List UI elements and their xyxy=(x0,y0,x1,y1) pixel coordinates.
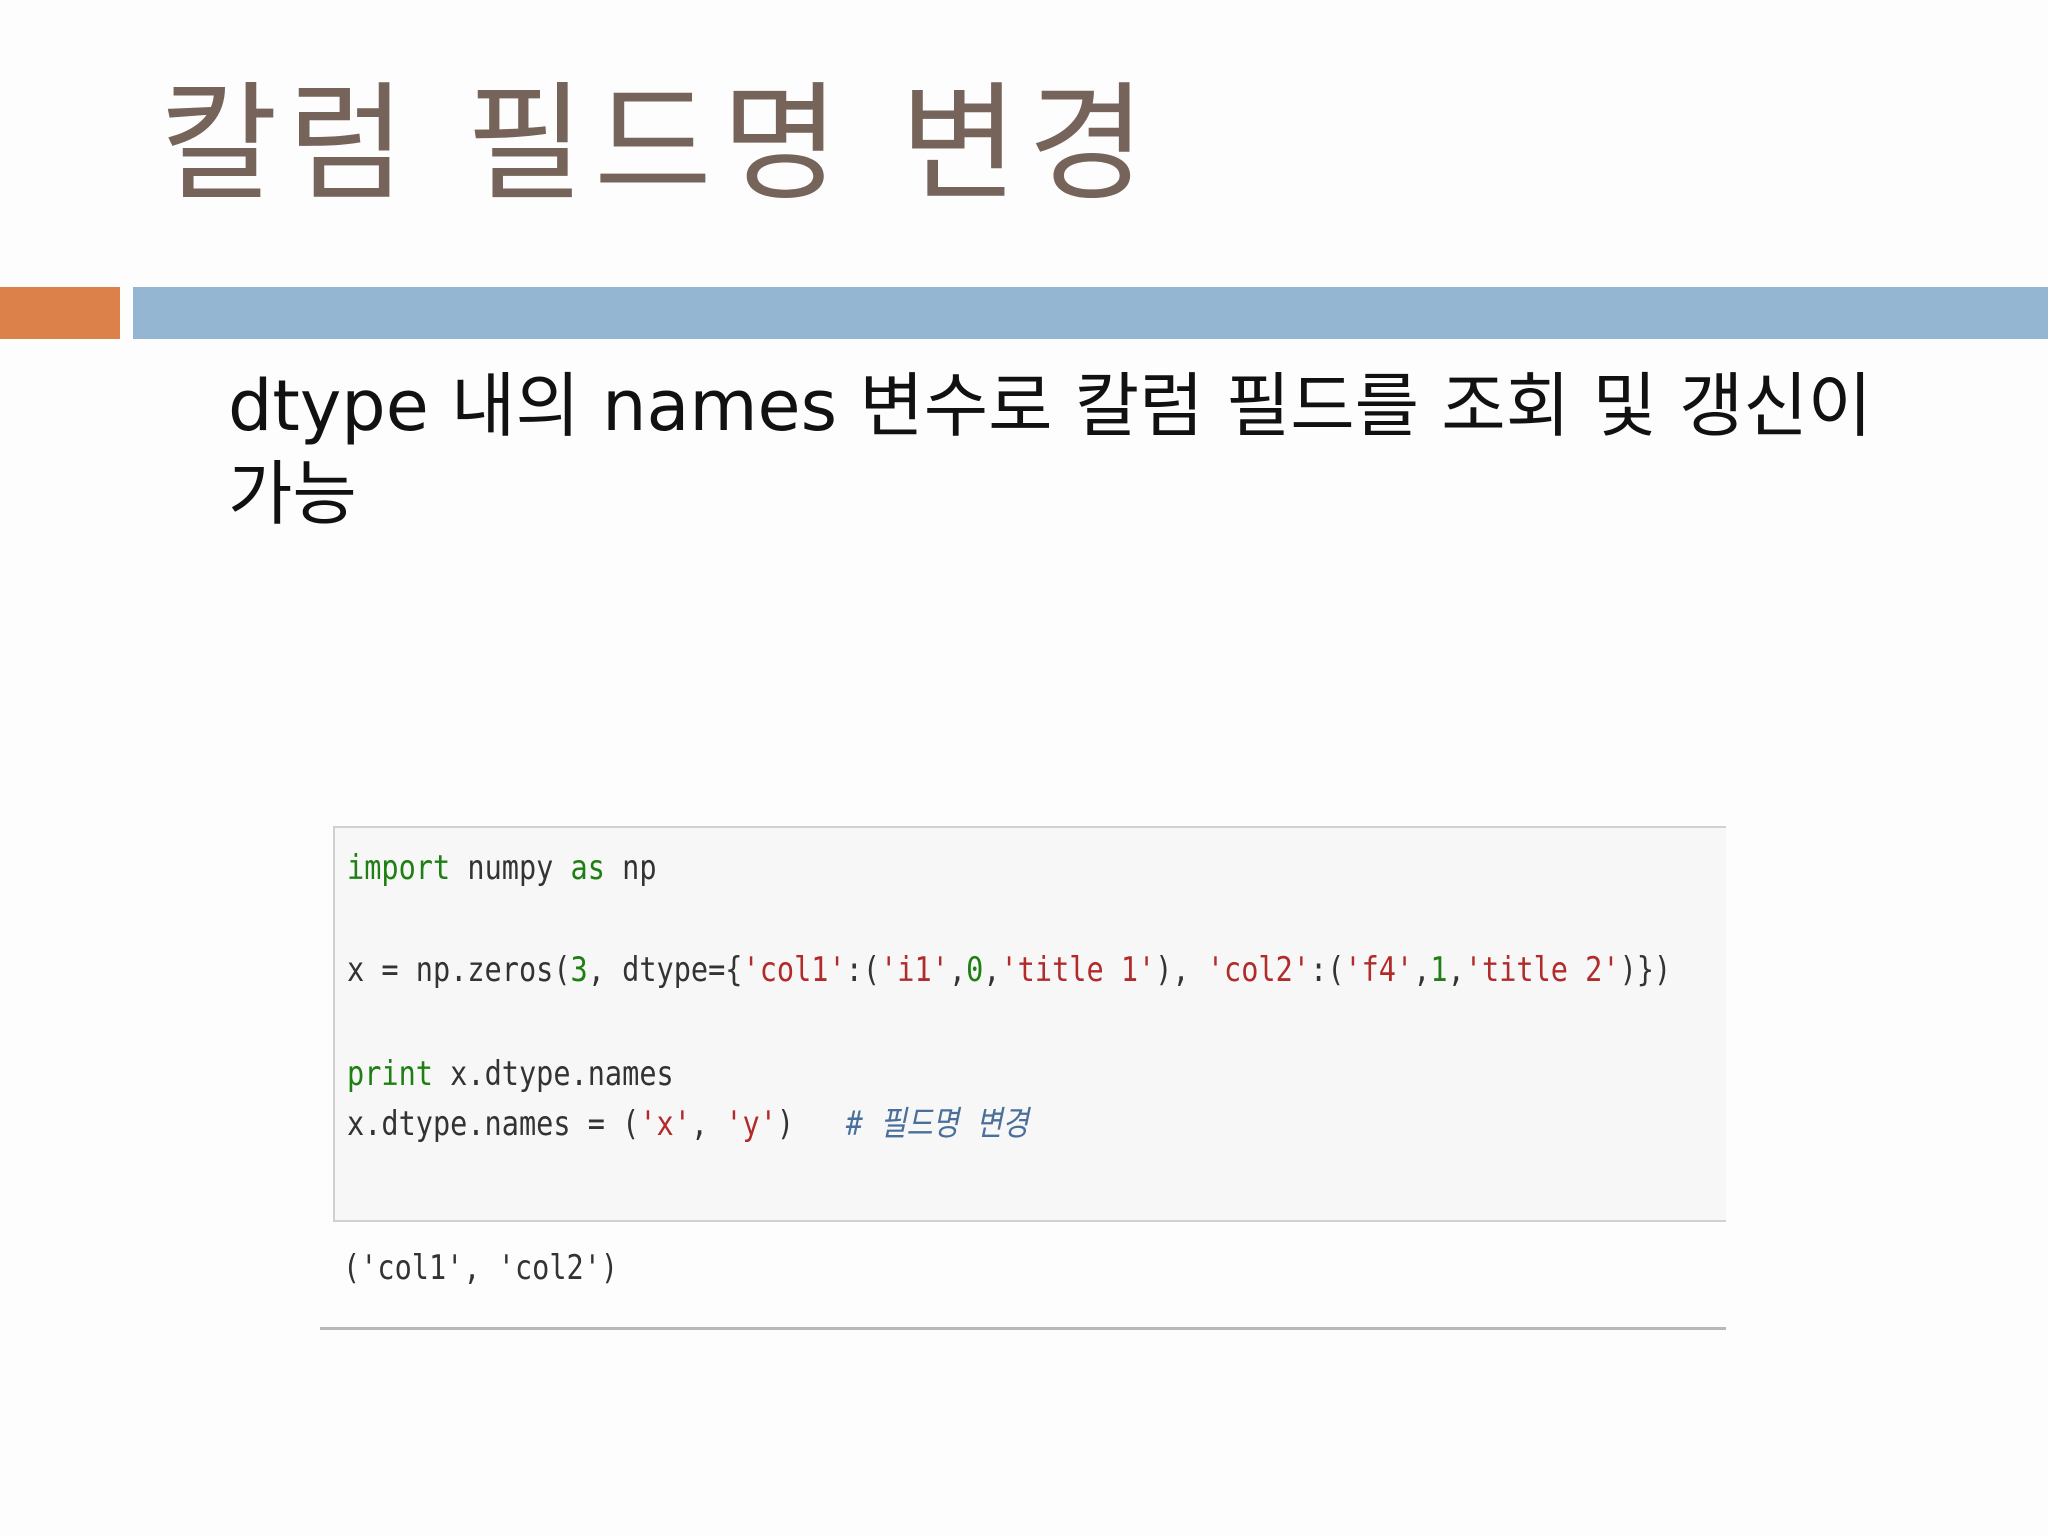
code-string: 'col1' xyxy=(742,950,846,990)
output-divider xyxy=(320,1327,1726,1330)
code-text: , xyxy=(1447,950,1465,990)
code-text: , xyxy=(1413,950,1431,990)
code-string: 'col2' xyxy=(1206,950,1311,990)
code-line-print: print x.dtype.names xyxy=(347,1052,674,1096)
code-number: 1 xyxy=(1430,950,1448,990)
code-comment: # 필드명 변경 xyxy=(845,1104,1029,1144)
keyword-as: as xyxy=(570,848,605,888)
code-text: , xyxy=(690,1104,726,1144)
cell-output: ('col1', 'col2') xyxy=(343,1248,619,1288)
keyword-import: import xyxy=(347,848,451,888)
code-text: x = np.zeros( xyxy=(347,950,571,990)
code-number: 0 xyxy=(966,950,984,990)
title-rule-bar xyxy=(133,287,2048,339)
code-line-zeros: x = np.zeros(3, dtype={'col1':('i1',0,'t… xyxy=(347,948,1671,992)
code-text: ), xyxy=(1155,950,1207,990)
code-string: 'title 1' xyxy=(1000,950,1156,990)
code-text: )}) xyxy=(1619,950,1672,990)
code-string: 'x' xyxy=(639,1104,691,1144)
code-text: x.dtype.names = ( xyxy=(347,1104,640,1144)
code-cell: import numpy as np x = np.zeros(3, dtype… xyxy=(333,826,1726,1222)
code-string: 'i1' xyxy=(880,950,949,990)
title-accent-bar xyxy=(0,287,120,339)
alias-name: np xyxy=(604,848,657,888)
slide-title: 칼럼 필드명 변경 xyxy=(160,70,1156,219)
code-text: , xyxy=(983,950,1001,990)
code-text: :( xyxy=(1310,950,1345,990)
body-text: dtype 내의 names 변수로 칼럼 필드를 조회 및 갱신이 가능 xyxy=(228,365,1873,535)
code-string: 'f4' xyxy=(1344,950,1414,990)
code-number: 3 xyxy=(570,950,588,990)
code-text: ) xyxy=(776,1104,846,1144)
code-text: x.dtype.names xyxy=(432,1054,674,1094)
keyword-print: print xyxy=(347,1054,433,1094)
code-string: 'y' xyxy=(725,1104,777,1144)
code-text: :( xyxy=(845,950,881,990)
code-line-import: import numpy as np xyxy=(347,846,657,890)
code-line-rename: x.dtype.names = ('x', 'y') # 필드명 변경 xyxy=(347,1102,1029,1146)
code-text: , xyxy=(948,950,967,990)
code-text: , dtype={ xyxy=(587,950,743,990)
module-name: numpy xyxy=(450,848,571,888)
code-string: 'title 2' xyxy=(1464,950,1620,990)
